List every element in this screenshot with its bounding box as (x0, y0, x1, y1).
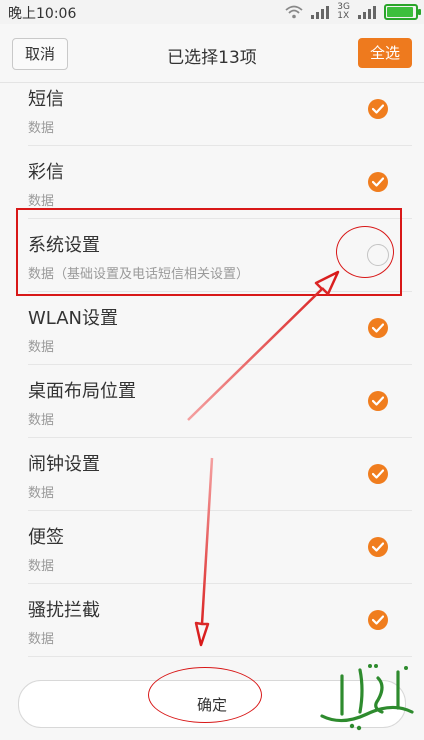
list-item-notes[interactable]: 便签 数据 (0, 511, 424, 584)
list-item-sms[interactable]: 短信 数据 (0, 73, 424, 146)
item-subtitle: 数据 (28, 413, 55, 428)
item-name: WLAN设置 (28, 308, 119, 329)
annotation-circle-checkbox (336, 226, 394, 278)
item-name: 桌面布局位置 (28, 381, 136, 402)
wifi-icon (285, 5, 303, 19)
checked-icon[interactable] (368, 391, 388, 411)
status-time: 晚上10:06 (8, 6, 77, 22)
checked-icon[interactable] (368, 318, 388, 338)
checked-icon[interactable] (368, 464, 388, 484)
list-item-spam-block[interactable]: 骚扰拦截 数据 (0, 584, 424, 657)
item-name: 闹钟设置 (28, 454, 100, 475)
item-subtitle: 数据 (28, 632, 55, 647)
annotation-circle-confirm (148, 667, 262, 723)
list-item-alarm-settings[interactable]: 闹钟设置 数据 (0, 438, 424, 511)
network-type: 3G 1X (337, 3, 350, 21)
item-subtitle: 数据 (28, 486, 55, 501)
checked-icon[interactable] (368, 99, 388, 119)
checked-icon[interactable] (368, 172, 388, 192)
calligraphy-watermark (320, 664, 414, 731)
item-name: 短信 (28, 89, 64, 110)
item-name: 便签 (28, 527, 64, 548)
item-subtitle: 数据 (28, 121, 55, 136)
item-subtitle: 数据 (28, 559, 55, 574)
item-subtitle: 数据 (28, 194, 55, 209)
checked-icon[interactable] (368, 610, 388, 630)
status-icons: 3G 1X (285, 3, 421, 21)
signal-bars-icon (311, 5, 330, 19)
select-all-button[interactable]: 全选 (358, 38, 412, 68)
status-bar: 晚上10:06 3G 1X (0, 0, 424, 24)
signal-bars-icon-secondary (358, 5, 376, 19)
list-item-desktop-layout[interactable]: 桌面布局位置 数据 (0, 365, 424, 438)
battery-icon (384, 4, 421, 20)
item-name: 彩信 (28, 162, 64, 183)
checked-icon[interactable] (368, 537, 388, 557)
item-subtitle: 数据 (28, 340, 55, 355)
item-name: 骚扰拦截 (28, 600, 100, 621)
list-item-wlan-settings[interactable]: WLAN设置 数据 (0, 292, 424, 365)
network-type-bottom: 1X (337, 11, 350, 21)
